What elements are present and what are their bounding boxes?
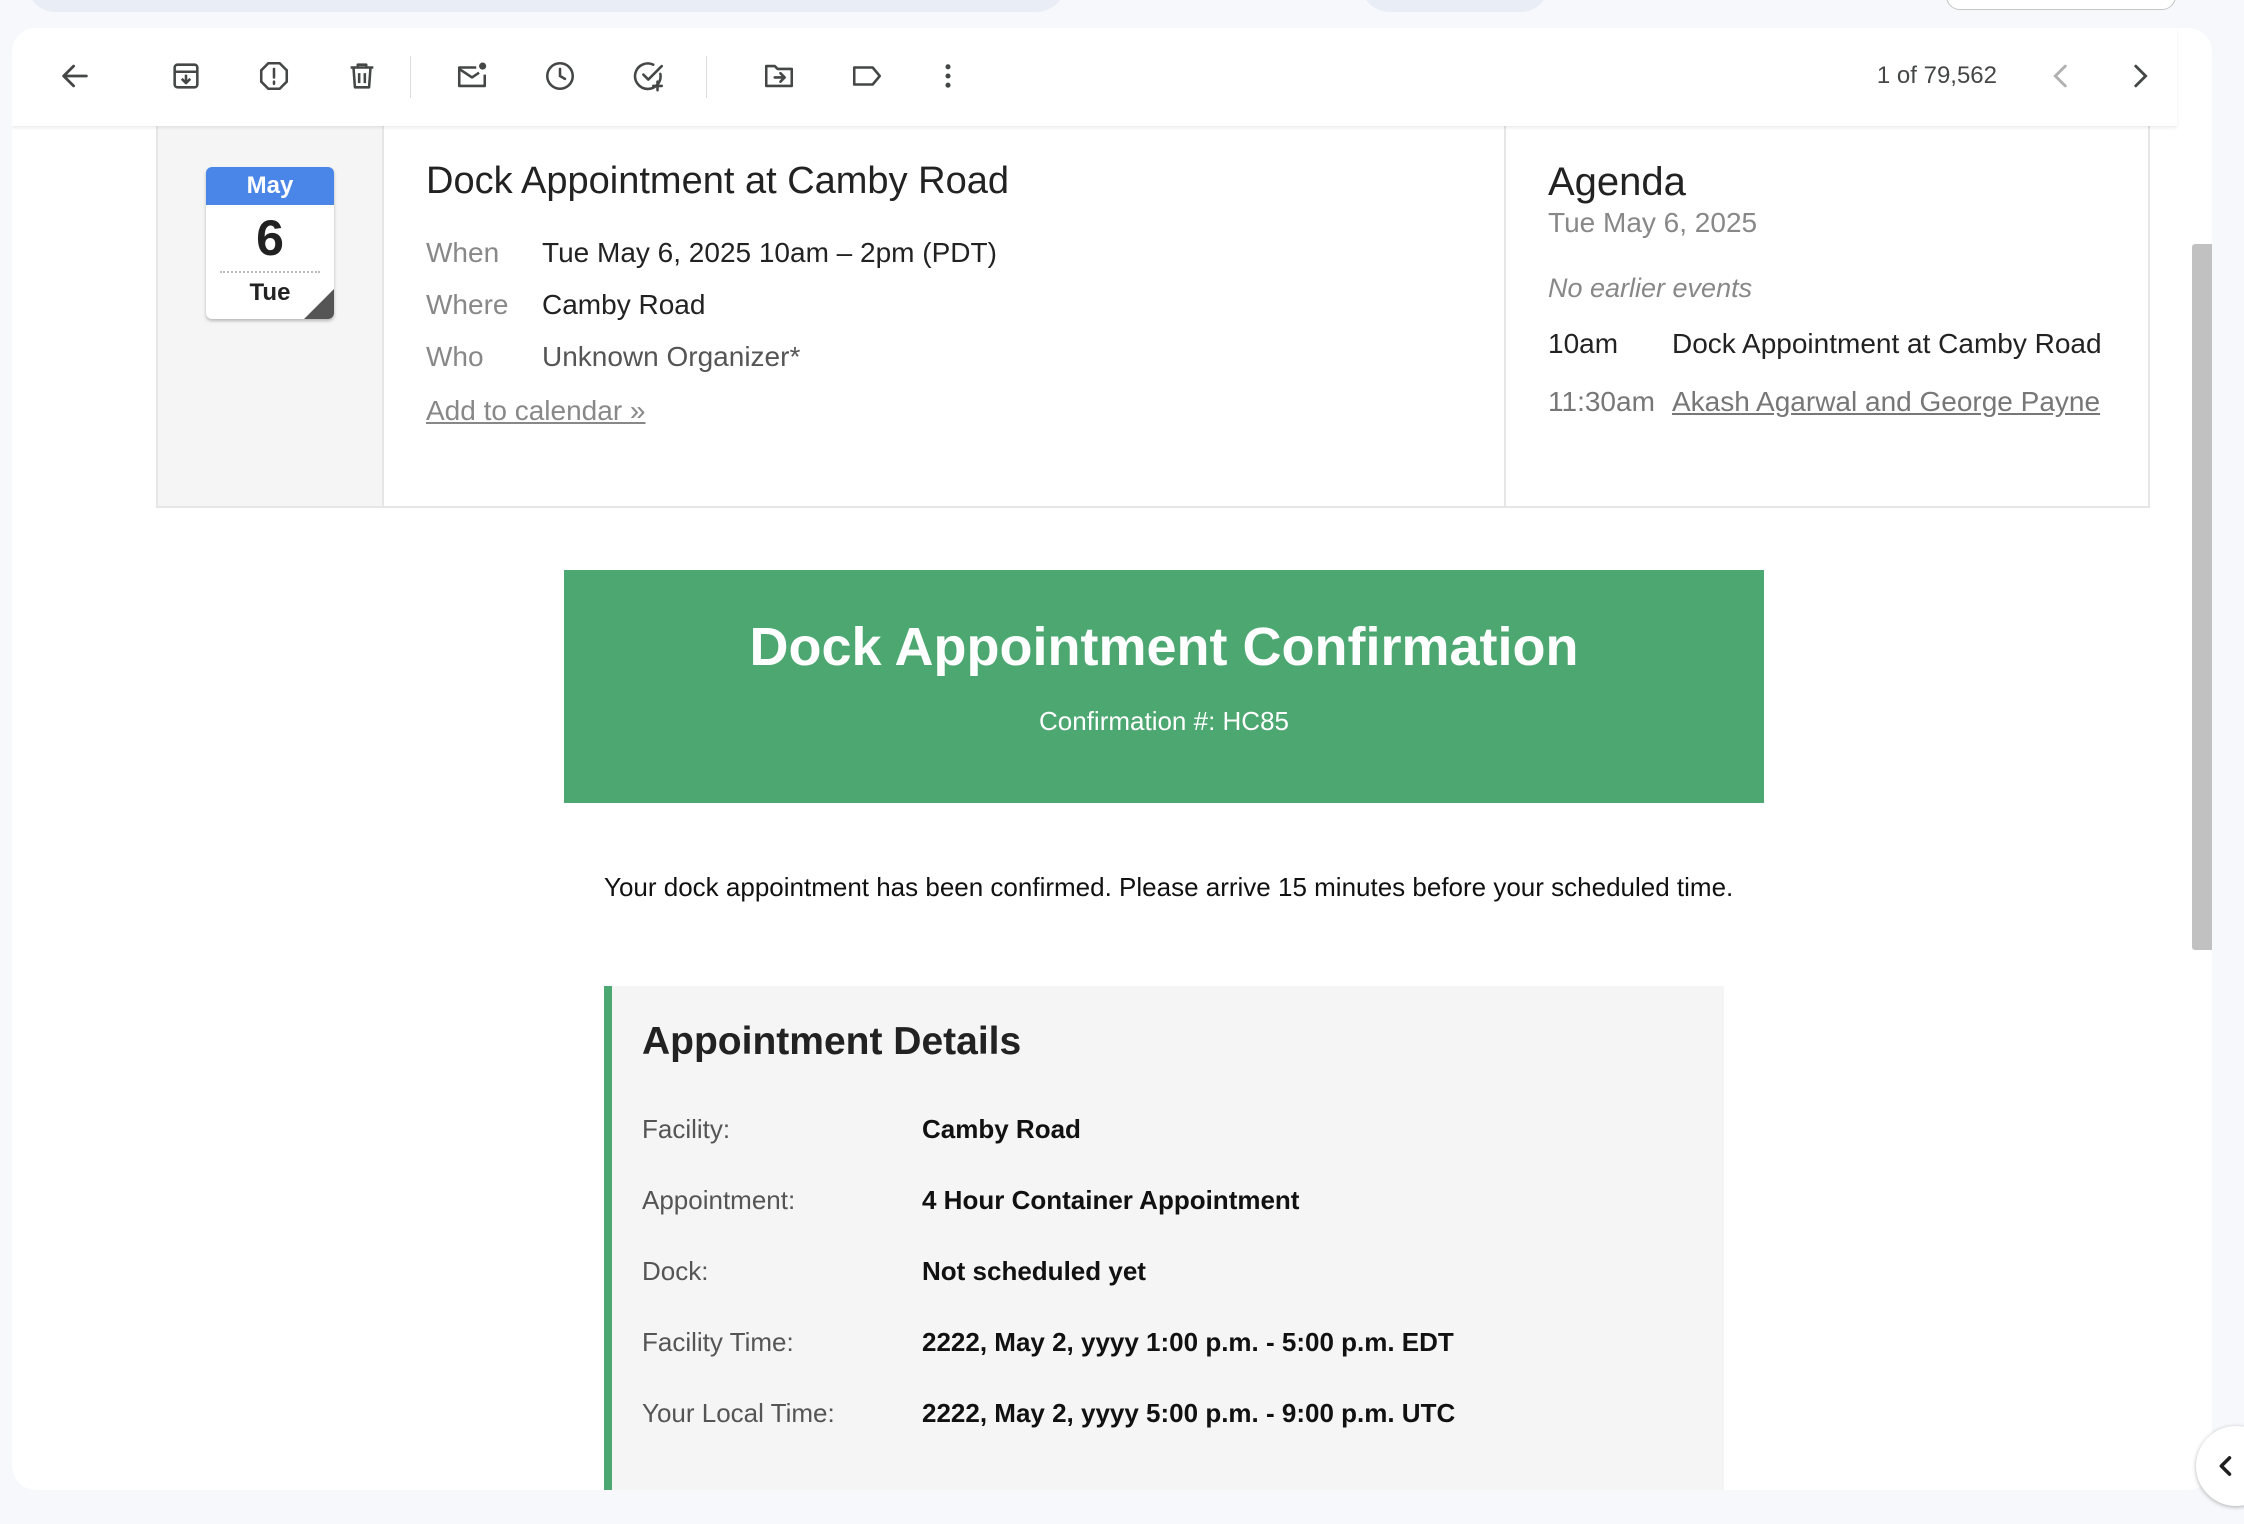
detail-row: Appointment: 4 Hour Container Appointmen… [642, 1185, 1694, 1256]
detail-value: 2222, May 2, yyyy 1:00 p.m. - 5:00 p.m. … [922, 1327, 1454, 1357]
invite-details: Dock Appointment at Camby Road When Tue … [384, 124, 1506, 506]
agenda-date: Tue May 6, 2025 [1548, 207, 1758, 238]
scrollbar-thumb[interactable] [2192, 244, 2212, 950]
calendar-invite-card: May 6 Tue Dock Appointment at Camby Road… [156, 124, 2150, 508]
older-button[interactable] [2117, 53, 2163, 99]
move-to-button[interactable] [756, 53, 802, 99]
mark-unread-button[interactable] [449, 53, 495, 99]
agenda-title: Agenda [1548, 160, 1686, 204]
agenda-event-row[interactable]: 11:30am Akash Agarwal and George Payne [1548, 384, 2106, 420]
agenda-event-time: 10am [1548, 328, 1619, 359]
event-when-label: When [426, 237, 500, 268]
event-who-value: Unknown Organizer* [542, 341, 801, 372]
delete-button[interactable] [339, 53, 385, 99]
add-to-calendar-link[interactable]: Add to calendar » [426, 395, 646, 427]
calendar-day: 6 [256, 210, 284, 266]
arrow-left-icon [62, 64, 88, 88]
trash-icon [350, 63, 374, 89]
search-bar-strip [26, 0, 1066, 12]
snooze-button[interactable] [537, 53, 583, 99]
message-card: 1 of 79,562 May 6 Tue Dock Appointment a… [12, 28, 2212, 1490]
back-button[interactable] [52, 53, 98, 99]
agenda-event-row: 10am Dock Appointment at Camby Road [1548, 326, 2106, 362]
detail-value: Not scheduled yet [922, 1256, 1146, 1286]
detail-label: Your Local Time: [642, 1398, 835, 1428]
event-who-label: Who [426, 341, 484, 372]
mark-unread-icon [457, 62, 487, 88]
event-title: Dock Appointment at Camby Road [426, 160, 1009, 202]
add-task-button[interactable] [626, 53, 672, 99]
detail-row: Facility: Camby Road [642, 1114, 1694, 1185]
chevron-left-icon [2053, 64, 2067, 88]
detail-row: Your Local Time: 2222, May 2, yyyy 5:00 … [642, 1398, 1694, 1469]
label-icon [852, 66, 882, 86]
appointment-details-box: Appointment Details Facility: Camby Road… [604, 986, 1724, 1490]
newer-button[interactable] [2038, 53, 2084, 99]
detail-label: Appointment: [642, 1185, 796, 1215]
more-options-button[interactable] [925, 53, 971, 99]
detail-value: Camby Road [922, 1114, 1081, 1144]
event-where-row: Where Camby Road [426, 279, 1462, 331]
detail-row: Facility Time: 2222, May 2, yyyy 1:00 p.… [642, 1327, 1694, 1398]
archive-icon [173, 63, 199, 89]
move-to-folder-icon [764, 64, 794, 88]
calendar-divider [220, 271, 320, 273]
top-chip-strip [1360, 0, 1550, 12]
detail-label: Dock: [642, 1256, 709, 1286]
chevron-left-icon [2219, 1456, 2232, 1476]
page-fold-icon [304, 289, 334, 319]
message-toolbar: 1 of 79,562 [12, 28, 2177, 126]
add-task-icon [633, 62, 664, 92]
event-where-value: Camby Road [542, 289, 706, 320]
event-when-row: When Tue May 6, 2025 10am – 2pm (PDT) [426, 227, 1462, 279]
confirmation-number: Confirmation #: HC85 [1039, 706, 1289, 736]
detail-label: Facility: [642, 1114, 731, 1144]
report-spam-icon [259, 61, 289, 91]
confirmation-message: Your dock appointment has been confirmed… [604, 872, 1734, 902]
agenda-event-link[interactable]: Akash Agarwal and George Payne [1672, 384, 2100, 420]
detail-label: Facility Time: [642, 1327, 794, 1357]
archive-button[interactable] [163, 53, 209, 99]
agenda-panel: Agenda Tue May 6, 2025 No earlier events… [1506, 124, 2148, 506]
detail-row: Dock: Not scheduled yet [642, 1256, 1694, 1327]
snooze-clock-icon [545, 61, 575, 91]
event-where-label: Where [426, 289, 509, 320]
agenda-event-title: Dock Appointment at Camby Road [1672, 328, 2102, 359]
report-spam-button[interactable] [251, 53, 297, 99]
toolbar-divider [410, 56, 411, 98]
agenda-event-time: 11:30am [1548, 386, 1655, 417]
event-when-value: Tue May 6, 2025 10am – 2pm (PDT) [542, 237, 997, 268]
calendar-date-icon: May 6 Tue [206, 167, 334, 319]
pager-count: 1 of 79,562 [1876, 62, 1997, 89]
top-right-chip [1946, 0, 2176, 10]
banner-title: Dock Appointment Confirmation [749, 617, 1579, 677]
detail-value: 4 Hour Container Appointment [922, 1185, 1300, 1215]
confirmation-banner: Dock Appointment Confirmation Confirmati… [564, 570, 1764, 803]
labels-button[interactable] [844, 53, 890, 99]
invite-date-panel: May 6 Tue [158, 124, 384, 506]
agenda-no-earlier: No earlier events [1548, 273, 1753, 303]
event-who-row: Who Unknown Organizer* [426, 331, 1462, 383]
details-heading: Appointment Details [642, 1020, 1022, 1063]
chevron-right-icon [2134, 64, 2148, 88]
calendar-month: May [206, 167, 334, 205]
detail-value: 2222, May 2, yyyy 5:00 p.m. - 9:00 p.m. … [922, 1398, 1456, 1428]
toolbar-divider [706, 56, 707, 98]
more-vert-icon [945, 64, 951, 88]
